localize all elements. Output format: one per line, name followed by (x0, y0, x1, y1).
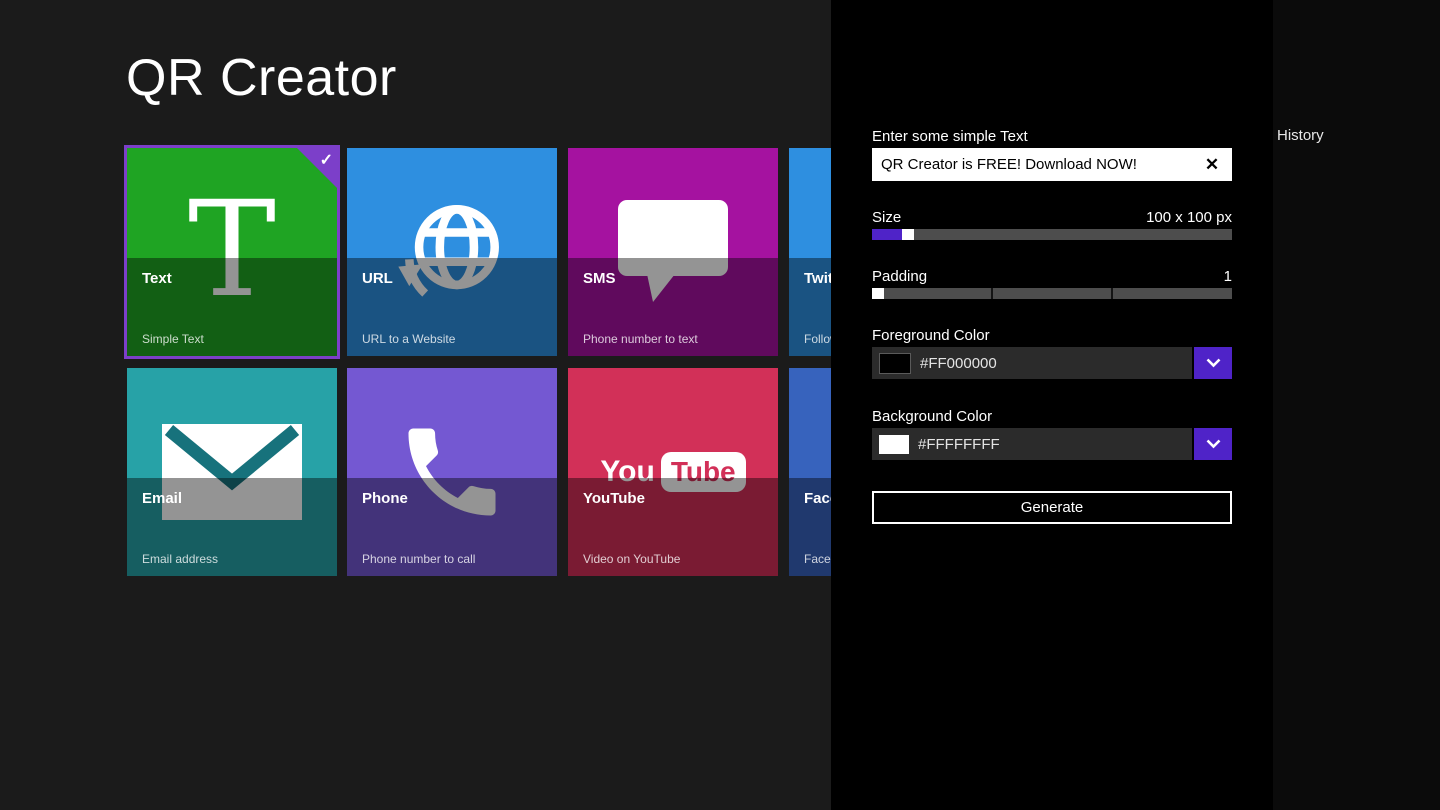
foreground-color-dropdown-button[interactable] (1194, 347, 1232, 379)
tile-phone[interactable]: Phone Phone number to call (347, 368, 557, 576)
tile-sublabel: Email address (142, 552, 219, 566)
check-icon: ✓ (319, 152, 333, 169)
text-input-wrap: ✕ (872, 148, 1232, 181)
background-strip (1273, 0, 1440, 810)
size-value: 100 x 100 px (1146, 209, 1232, 226)
clear-text-icon[interactable]: ✕ (1198, 148, 1226, 181)
size-slider-fill (872, 229, 902, 240)
slider-tick (1111, 288, 1113, 299)
chevron-down-icon (1206, 439, 1220, 449)
foreground-color-input[interactable]: #FF000000 (872, 347, 1192, 379)
slider-tick (991, 288, 993, 299)
background-color-input[interactable]: #FFFFFFFF (872, 428, 1192, 460)
simple-text-input[interactable] (872, 148, 1232, 181)
chevron-down-icon (1206, 358, 1220, 368)
padding-value: 1 (1223, 268, 1232, 285)
tile-youtube[interactable]: You Tube YouTube Video on YouTube (568, 368, 778, 576)
tile-label: YouTube (583, 490, 645, 507)
tile-sms[interactable]: SMS Phone number to text (568, 148, 778, 356)
tile-sublabel: Simple Text (142, 332, 204, 346)
tile-email[interactable]: Email Email address (127, 368, 337, 576)
tile-text[interactable]: T Text Simple Text ✓ (127, 148, 337, 356)
tile-sublabel: URL to a Website (362, 332, 456, 346)
qr-settings-panel: Enter some simple Text ✕ Size 100 x 100 … (831, 0, 1273, 810)
foreground-color-label: Foreground Color (872, 327, 990, 344)
tile-label: URL (362, 270, 393, 287)
foreground-color-swatch (879, 352, 911, 374)
background-color-swatch (879, 434, 909, 454)
padding-slider[interactable] (872, 288, 1232, 299)
text-input-label: Enter some simple Text (872, 128, 1028, 145)
background-color-dropdown-button[interactable] (1194, 428, 1232, 460)
padding-label: Padding (872, 268, 928, 285)
history-section-label: History (1277, 127, 1324, 144)
background-color-value: #FFFFFFFF (918, 435, 1000, 453)
page-title: QR Creator (126, 49, 397, 107)
tile-label: Text (142, 270, 172, 287)
background-color-label: Background Color (872, 408, 993, 425)
tile-label: Email (142, 490, 183, 507)
tile-url[interactable]: URL URL to a Website (347, 148, 557, 356)
tile-sublabel: Phone number to call (362, 552, 476, 566)
tile-label: Phone (362, 490, 408, 507)
foreground-color-value: #FF000000 (920, 354, 997, 372)
tile-sublabel: Video on YouTube (583, 552, 681, 566)
size-label: Size (872, 209, 902, 226)
generate-button[interactable]: Generate (872, 491, 1232, 524)
tile-label: SMS (583, 270, 616, 287)
padding-slider-thumb[interactable] (872, 288, 884, 299)
size-slider[interactable] (872, 229, 1232, 240)
size-slider-thumb[interactable] (902, 229, 914, 240)
tile-sublabel: Phone number to text (583, 332, 698, 346)
